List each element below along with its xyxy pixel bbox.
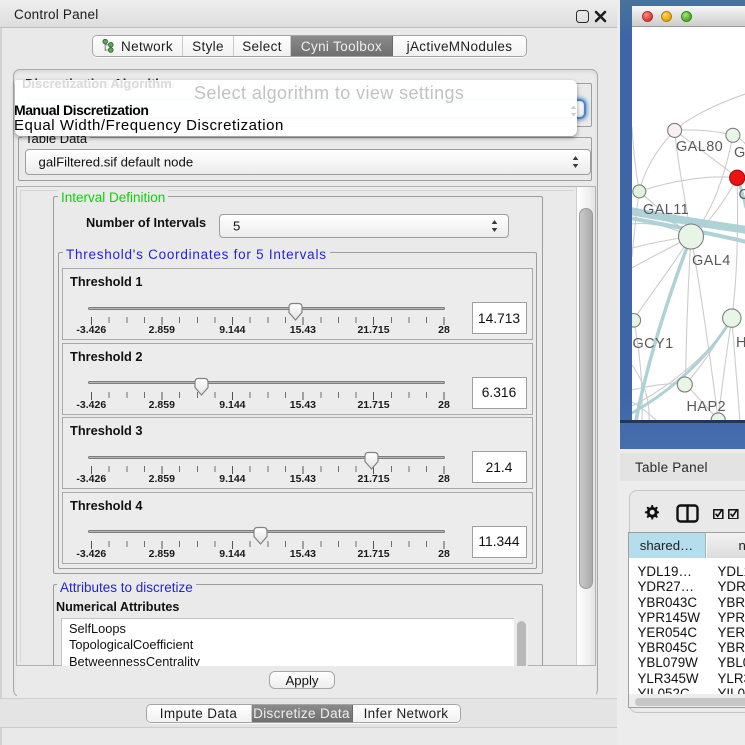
svg-text:HAP2: HAP2 xyxy=(686,399,725,415)
svg-text:GAL11: GAL11 xyxy=(643,202,689,218)
svg-text:GAL80: GAL80 xyxy=(676,139,723,155)
svg-text:GCY1: GCY1 xyxy=(632,336,673,352)
svg-text:GAL4: GAL4 xyxy=(692,253,731,269)
svg-text:GA: GA xyxy=(734,145,745,161)
svg-text:H: H xyxy=(736,335,745,351)
svg-text:C: C xyxy=(738,187,745,203)
